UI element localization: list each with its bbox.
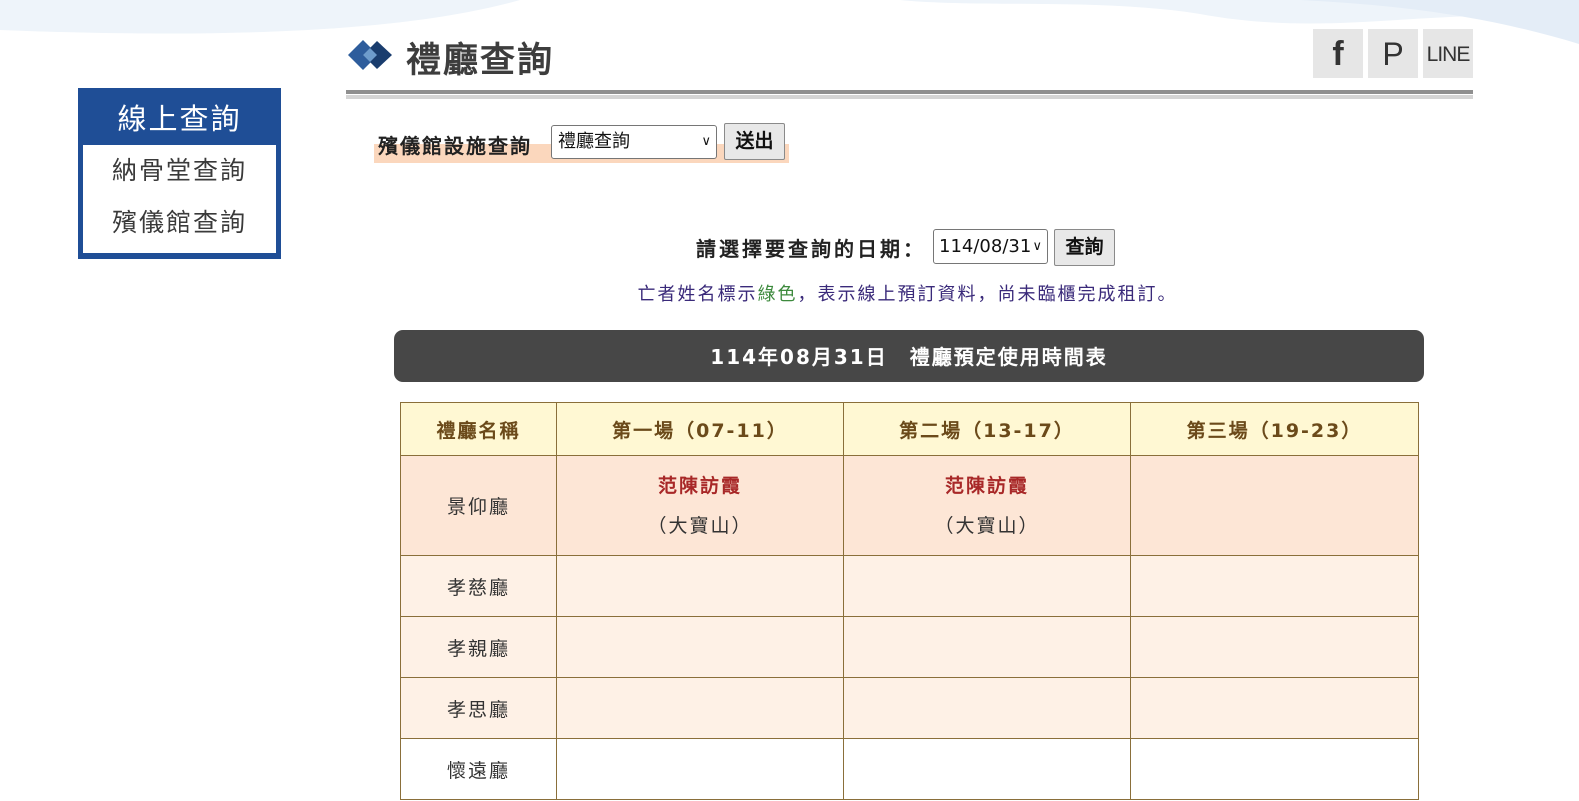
- diamond-logo-icon: [348, 40, 392, 70]
- booking-cell: [556, 555, 844, 617]
- hall-name: 孝慈廳: [400, 555, 557, 617]
- table-row: 孝慈廳: [400, 555, 1419, 617]
- booking-cell: [1130, 616, 1419, 678]
- header-divider-shadow: [346, 95, 1473, 99]
- schedule-banner: 114年08月31日 禮廳預定使用時間表: [394, 330, 1424, 382]
- column-header-hall: 禮廳名稱: [400, 402, 557, 456]
- sidebar: 線上查詢 納骨堂查詢 殯儀館查詢: [78, 88, 281, 259]
- sidebar-item-columbarium-query[interactable]: 納骨堂查詢: [83, 145, 276, 197]
- booking-cell: [843, 616, 1131, 678]
- burial-location: （大寶山）: [934, 514, 1040, 537]
- hall-name: 景仰廳: [400, 455, 557, 556]
- note-text-green: 綠色: [757, 284, 798, 305]
- booking-cell: 范陳訪霞 （大寶山）: [843, 455, 1131, 556]
- facility-select-value: 禮廳查詢: [558, 131, 630, 152]
- note-text-before: 亡者姓名標示: [637, 284, 758, 305]
- deceased-name: 范陳訪霞: [944, 474, 1029, 497]
- booking-cell: [556, 616, 844, 678]
- column-header-session-3: 第三場（19-23）: [1130, 402, 1419, 456]
- table-row: 孝親廳: [400, 616, 1419, 678]
- chevron-down-icon: ∨: [701, 134, 711, 149]
- facility-select[interactable]: 禮廳查詢 ∨: [551, 125, 717, 159]
- booking-cell: [843, 677, 1131, 739]
- table-row: 懷遠廳: [400, 738, 1419, 800]
- note-text-after: ，表示線上預訂資料，尚未臨櫃完成租訂。: [797, 284, 1178, 305]
- booking-cell: [556, 677, 844, 739]
- facility-query-bar: 殯儀館設施查詢 禮廳查詢 ∨ 送出: [374, 122, 789, 164]
- submit-button[interactable]: 送出: [724, 123, 785, 160]
- booking-cell: [556, 738, 844, 800]
- online-booking-note: 亡者姓名標示綠色，表示線上預訂資料，尚未臨櫃完成租訂。: [0, 280, 1579, 306]
- booking-cell: 范陳訪霞 （大寶山）: [556, 455, 844, 556]
- column-header-session-1: 第一場（07-11）: [556, 402, 844, 456]
- table-row: 孝思廳: [400, 677, 1419, 739]
- date-select-value: 114/08/31: [939, 236, 1032, 257]
- page-title: 禮廳查詢: [406, 41, 555, 81]
- facility-query-label: 殯儀館設施查詢: [378, 134, 532, 158]
- sidebar-title: 線上查詢: [117, 102, 242, 136]
- deceased-name: 范陳訪霞: [657, 474, 742, 497]
- hall-name: 孝親廳: [400, 616, 557, 678]
- line-share-icon[interactable]: LINE: [1423, 29, 1473, 78]
- date-select[interactable]: 114/08/31 ∨: [933, 229, 1048, 264]
- table-header-row: 禮廳名稱 第一場（07-11） 第二場（13-17） 第三場（19-23）: [400, 402, 1419, 456]
- sidebar-item-funeral-home-query[interactable]: 殯儀館查詢: [83, 197, 276, 249]
- column-header-session-2: 第二場（13-17）: [843, 402, 1131, 456]
- booking-cell: [843, 555, 1131, 617]
- booking-cell: [1130, 677, 1419, 739]
- facebook-share-icon[interactable]: f: [1313, 29, 1363, 78]
- booking-cell: [1130, 738, 1419, 800]
- chevron-down-icon: ∨: [1032, 239, 1042, 254]
- header-divider: [346, 90, 1473, 94]
- hall-name: 懷遠廳: [400, 738, 557, 800]
- burial-location: （大寶山）: [647, 514, 753, 537]
- booking-cell: [843, 738, 1131, 800]
- query-button[interactable]: 查詢: [1054, 229, 1115, 266]
- date-query-label: 請選擇要查詢的日期：: [696, 237, 926, 261]
- table-row: 景仰廳 范陳訪霞 （大寶山） 范陳訪霞 （大寶山）: [400, 455, 1419, 556]
- hall-schedule-table: 禮廳名稱 第一場（07-11） 第二場（13-17） 第三場（19-23） 景仰…: [400, 402, 1419, 800]
- hall-name: 孝思廳: [400, 677, 557, 739]
- sidebar-menu: 納骨堂查詢 殯儀館查詢: [83, 145, 276, 253]
- pinterest-share-icon[interactable]: P: [1368, 29, 1418, 78]
- booking-cell: [1130, 455, 1419, 556]
- booking-cell: [1130, 555, 1419, 617]
- page-header: 禮廳查詢 f P LINE: [346, 28, 1473, 100]
